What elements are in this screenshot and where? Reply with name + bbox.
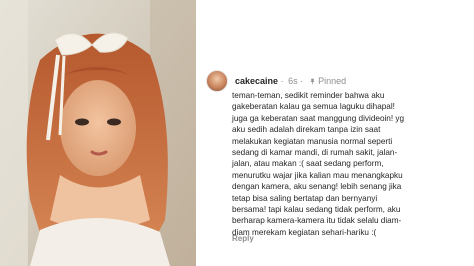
- comment-header: cakecaine · 6s · Pinned: [206, 70, 346, 92]
- comment-text: teman-teman, sedikit reminder bahwa aku …: [232, 91, 405, 237]
- pinned-indicator: Pinned: [309, 76, 347, 86]
- timestamp[interactable]: 6s: [288, 76, 298, 86]
- meta-separator: ·: [280, 76, 284, 86]
- username[interactable]: cakecaine: [235, 76, 278, 86]
- photo-illustration: [0, 0, 196, 266]
- pinned-label: Pinned: [318, 76, 347, 86]
- comment-meta: cakecaine · 6s · Pinned: [235, 76, 346, 86]
- avatar[interactable]: [206, 70, 228, 92]
- comment-panel: cakecaine · 6s · Pinned teman-teman, sed…: [196, 0, 474, 266]
- pin-icon: [310, 78, 315, 85]
- profile-photo: [0, 0, 196, 266]
- reply-button[interactable]: Reply: [232, 234, 254, 243]
- meta-separator-2: ·: [300, 76, 304, 86]
